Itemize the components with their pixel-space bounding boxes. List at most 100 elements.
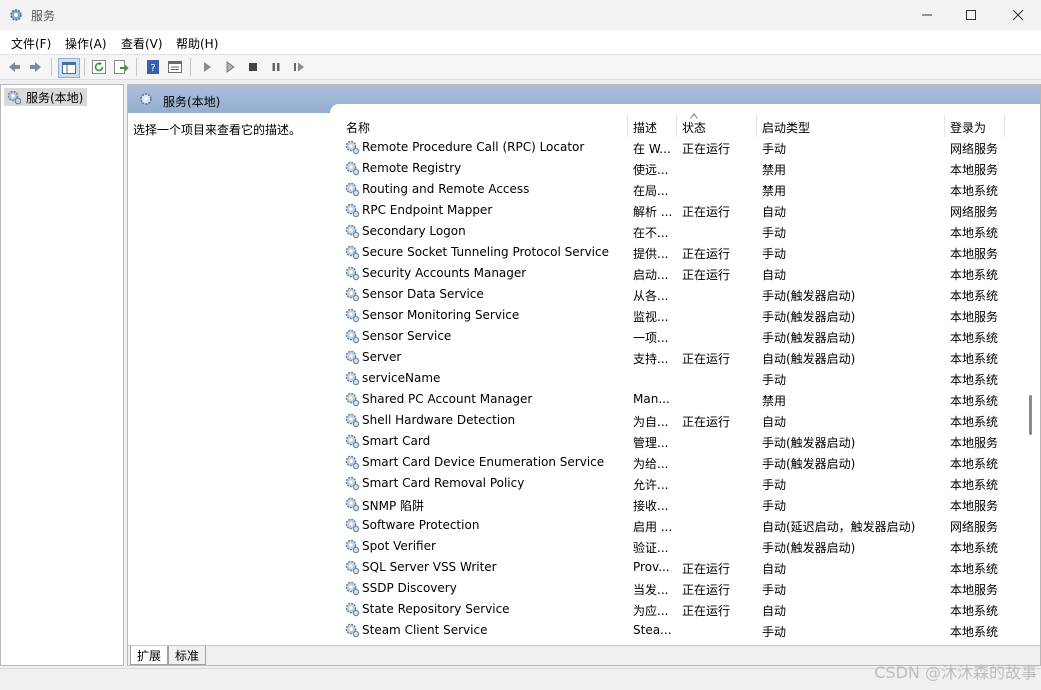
close-button[interactable] — [995, 0, 1041, 30]
table-row[interactable]: SNMP 陷阱 接收... 手动 本地服务 — [340, 494, 1020, 515]
table-row[interactable]: Sensor Monitoring Service 监视... 手动(触发器启动) 本… — [340, 305, 1020, 326]
table-row[interactable]: Server 支持... 正在运行 自动(触发器启动) 本地系统 — [340, 347, 1020, 368]
table-row[interactable]: serviceName 手动 本地系统 — [340, 368, 1020, 389]
table-row[interactable]: Sensor Data Service 从各... 手动(触发器启动) 本地系统 — [340, 284, 1020, 305]
export-list-button[interactable] — [112, 58, 130, 76]
service-startup-type: 手动 — [762, 373, 787, 387]
service-logon-as: 本地服务 — [950, 247, 999, 261]
tab-standard[interactable]: 标准 — [168, 646, 207, 665]
service-logon-as: 本地系统 — [950, 394, 999, 408]
minimize-button[interactable] — [904, 0, 950, 30]
services-gear-icon — [10, 9, 22, 21]
table-row[interactable]: Smart Card Removal Policy 允许... 手动 本地系统 — [340, 473, 1020, 494]
tree-item-services-local[interactable]: 服务(本地) — [4, 88, 88, 106]
column-header-name[interactable]: 名称 — [346, 119, 370, 136]
service-logon-as: 本地系统 — [950, 184, 999, 198]
table-row[interactable]: Remote Registry 使远... 禁用 本地服务 — [340, 158, 1020, 179]
scrollbar-thumb[interactable] — [1029, 395, 1032, 435]
service-description: 从各... — [633, 289, 669, 303]
table-row[interactable]: Secondary Logon 在不... 手动 本地系统 — [340, 221, 1020, 242]
maximize-button[interactable] — [948, 0, 994, 30]
service-gear-icon — [345, 329, 360, 344]
start-service-alt-button[interactable] — [221, 58, 239, 76]
table-row[interactable]: Smart Card Device Enumeration Service 为给.… — [340, 452, 1020, 473]
service-logon-as: 本地系统 — [950, 625, 999, 639]
service-gear-icon — [345, 434, 360, 449]
restart-icon — [294, 62, 304, 72]
service-gear-icon — [345, 602, 360, 617]
service-startup-type: 自动 — [762, 604, 787, 618]
service-startup-type: 自动(延迟启动，触发器启动) — [762, 520, 916, 534]
column-header-startup-type[interactable]: 启动类型 — [762, 119, 810, 136]
toolbar: ? — [0, 55, 1041, 80]
service-logon-as: 网络服务 — [950, 205, 999, 219]
column-header-description[interactable]: 描述 — [633, 119, 657, 136]
service-name: Sensor Monitoring Service — [362, 308, 520, 322]
service-gear-icon — [345, 413, 360, 428]
refresh-button[interactable] — [90, 58, 108, 76]
help-button[interactable]: ? — [144, 58, 162, 76]
table-row[interactable]: Smart Card 管理... 手动(触发器启动) 本地服务 — [340, 431, 1020, 452]
service-description: 启动... — [633, 268, 669, 282]
table-row[interactable]: Shared PC Account Manager Man... 禁用 本地系统 — [340, 389, 1020, 410]
menu-action[interactable]: 操作(A) — [65, 35, 107, 52]
service-logon-as: 本地系统 — [950, 415, 999, 429]
service-startup-type: 手动(触发器启动) — [762, 310, 856, 324]
service-logon-as: 网络服务 — [950, 520, 999, 534]
table-row[interactable]: Software Protection 启用 ... 自动(延迟启动，触发器启动) 网… — [340, 515, 1020, 536]
table-row[interactable]: Remote Procedure Call (RPC) Locator 在 W..… — [340, 137, 1020, 158]
table-row[interactable]: Steam Client Service Stea... 手动 本地系统 — [340, 620, 1020, 641]
service-logon-as: 本地服务 — [950, 310, 999, 324]
menu-file[interactable]: 文件(F) — [11, 35, 51, 52]
stop-service-button[interactable] — [244, 58, 262, 76]
restart-service-button[interactable] — [290, 58, 308, 76]
service-startup-type: 自动(触发器启动) — [762, 352, 856, 366]
menu-help[interactable]: 帮助(H) — [176, 35, 218, 52]
service-description: 在 W... — [633, 142, 671, 156]
service-description: 解析 ... — [633, 205, 673, 219]
service-name: Software Protection — [362, 518, 480, 532]
column-header-status[interactable]: 状态 — [682, 119, 706, 136]
vertical-scrollbar[interactable] — [1025, 113, 1039, 643]
tab-extended[interactable]: 扩展 — [130, 646, 169, 665]
menu-view[interactable]: 查看(V) — [121, 35, 163, 52]
table-row[interactable]: State Repository Service 为应... 正在运行 自动 本地系统 — [340, 599, 1020, 620]
service-description: 提供... — [633, 247, 669, 261]
service-gear-icon — [345, 497, 360, 512]
properties-button[interactable] — [166, 58, 184, 76]
service-name: Server — [362, 350, 402, 364]
table-row[interactable]: Routing and Remote Access 在局... 禁用 本地系统 — [340, 179, 1020, 200]
table-row[interactable]: RPC Endpoint Mapper 解析 ... 正在运行 自动 网络服务 — [340, 200, 1020, 221]
back-button[interactable] — [5, 58, 23, 76]
service-startup-type: 禁用 — [762, 184, 787, 198]
watermark-text: CSDN @沐沐森的故事 — [874, 663, 1037, 682]
service-logon-as: 本地系统 — [950, 352, 999, 366]
service-status: 正在运行 — [682, 562, 731, 576]
title-bar: 服务 — [0, 0, 1041, 30]
service-description: Man... — [633, 392, 670, 406]
pause-service-button[interactable] — [267, 58, 285, 76]
column-header-logon-as[interactable]: 登录为 — [950, 119, 986, 136]
table-row[interactable]: Secure Socket Tunneling Protocol Service… — [340, 242, 1020, 263]
service-logon-as: 本地系统 — [950, 457, 999, 471]
service-logon-as: 本地服务 — [950, 499, 999, 513]
table-row[interactable]: Spot Verifier 验证... 手动(触发器启动) 本地系统 — [340, 536, 1020, 557]
show-hide-console-tree-button[interactable] — [58, 58, 80, 78]
table-row[interactable]: SSDP Discovery 当发... 正在运行 手动 本地服务 — [340, 578, 1020, 599]
table-row[interactable]: Security Accounts Manager 启动... 正在运行 自动 本地系统 — [340, 263, 1020, 284]
table-row[interactable]: SQL Server VSS Writer Prov... 正在运行 自动 本地系统 — [340, 557, 1020, 578]
service-name: Spot Verifier — [362, 539, 436, 553]
table-row[interactable]: Sensor Service 一项... 手动(触发器启动) 本地系统 — [340, 326, 1020, 347]
properties-icon — [168, 61, 182, 73]
start-service-button[interactable] — [198, 58, 216, 76]
refresh-icon — [92, 60, 106, 74]
service-logon-as: 本地系统 — [950, 331, 999, 345]
service-gear-icon — [345, 623, 360, 638]
service-name: State Repository Service — [362, 602, 510, 616]
forward-button[interactable] — [27, 58, 45, 76]
service-logon-as: 本地系统 — [950, 289, 999, 303]
service-description: 监视... — [633, 310, 669, 324]
service-description: Prov... — [633, 560, 670, 574]
table-row[interactable]: Shell Hardware Detection 为自... 正在运行 自动 本地系统 — [340, 410, 1020, 431]
service-name: Remote Registry — [362, 161, 462, 175]
